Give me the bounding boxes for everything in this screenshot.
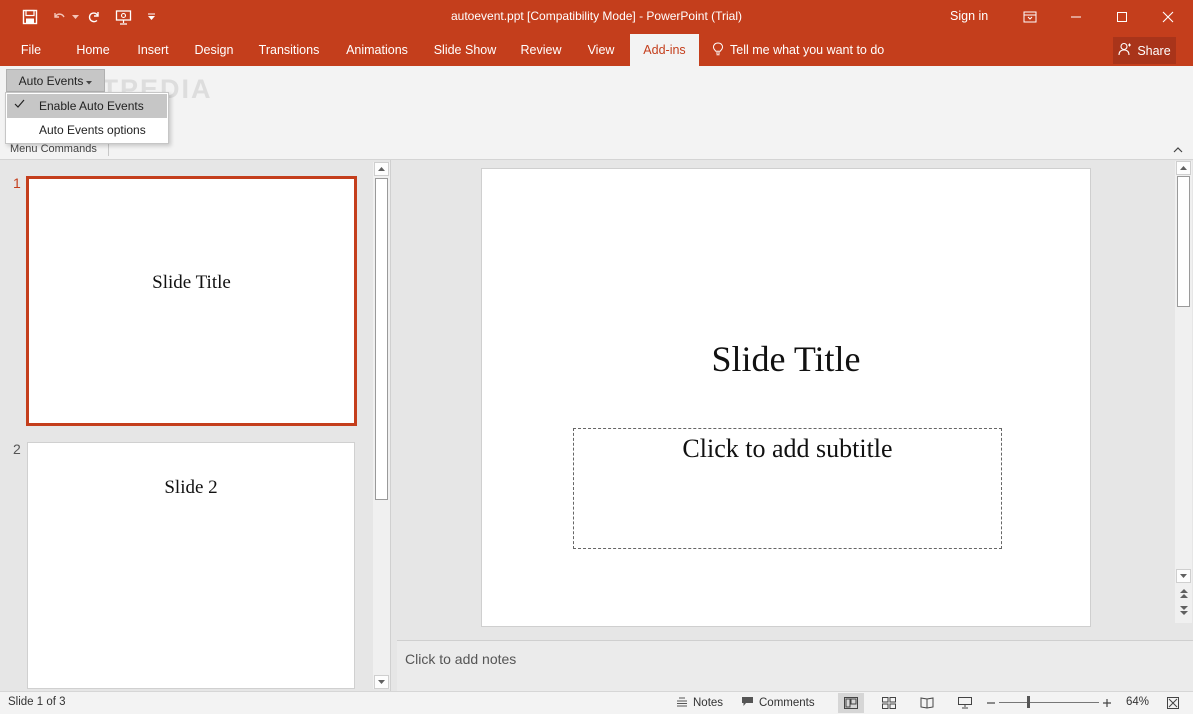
slide-show-view-icon[interactable] [952,693,978,713]
thumbnail-title: Slide 2 [164,477,218,498]
chevron-down-icon [86,74,93,88]
zoom-slider[interactable] [999,702,1099,703]
title-bar: autoevent.ppt [Compatibility Mode] - Pow… [0,0,1193,34]
undo-icon[interactable] [48,0,70,34]
maximize-icon[interactable] [1099,0,1145,34]
zoom-in-icon[interactable] [1103,692,1111,714]
scroll-down-icon[interactable] [1176,569,1191,583]
auto-events-dropdown: Enable Auto Events Auto Events options [5,92,169,144]
tab-review[interactable]: Review [512,34,570,66]
tab-animations[interactable]: Animations [336,34,418,66]
share-label: Share [1137,43,1171,58]
tab-design[interactable]: Design [186,34,242,66]
thumbnail-title: Slide Title [152,272,231,293]
slide-thumbnail-pane: 1 Slide Title 2 Slide 2 [0,160,391,691]
comments-button[interactable]: Comments [741,692,815,714]
scroll-up-icon[interactable] [1176,161,1191,175]
zoom-out-icon[interactable] [987,692,995,714]
slide-counter: Slide 1 of 3 [8,696,66,708]
tab-transitions[interactable]: Transitions [250,34,328,66]
next-slide-icon[interactable] [1176,603,1191,617]
notes-placeholder: Click to add notes [405,651,517,667]
scroll-thumb[interactable] [1177,176,1190,307]
thumbnail-scrollbar[interactable] [373,162,390,689]
normal-view-icon[interactable] [838,693,864,713]
scroll-up-icon[interactable] [374,162,389,176]
menu-item-label: Enable Auto Events [39,99,144,113]
slide-scrollbar[interactable] [1175,161,1192,623]
notes-button[interactable]: Notes [676,692,723,714]
tell-me-search[interactable]: Tell me what you want to do [712,34,884,66]
save-icon[interactable] [18,0,42,34]
collapse-ribbon-icon[interactable] [1171,143,1185,157]
reading-view-icon[interactable] [914,693,940,713]
auto-events-menu-button[interactable]: Auto Events [6,69,105,92]
subtitle-placeholder-text: Click to add subtitle [682,434,893,463]
tab-home[interactable]: Home [66,34,120,66]
minimize-icon[interactable] [1053,0,1099,34]
ribbon-panel: SOFTPEDIA Auto Events Menu Commands [0,66,1193,160]
subtitle-placeholder[interactable]: Click to add subtitle [573,428,1002,549]
comments-button-label: Comments [759,697,815,709]
lightbulb-icon [712,41,724,59]
previous-slide-icon[interactable] [1176,587,1191,601]
customize-qat-icon[interactable] [143,0,159,34]
slide-number: 1 [13,175,21,191]
slide-number: 2 [13,441,21,457]
sign-in-link[interactable]: Sign in [950,9,988,23]
slide-thumbnail-2[interactable]: Slide 2 [27,442,355,689]
tab-insert[interactable]: Insert [128,34,178,66]
zoom-level[interactable]: 64% [1126,696,1149,708]
tab-view[interactable]: View [578,34,624,66]
ribbon-tabs: File Home Insert Design Transitions Anim… [0,34,1193,66]
slide-title[interactable]: Slide Title [482,338,1090,380]
tell-me-label: Tell me what you want to do [730,43,885,57]
slide-editor-canvas[interactable]: Slide Title Click to add subtitle [481,168,1091,627]
notes-icon [676,697,688,710]
start-from-beginning-icon[interactable] [112,0,136,34]
scroll-down-icon[interactable] [374,675,389,689]
close-icon[interactable] [1145,0,1191,34]
menu-item-label: Auto Events options [39,123,146,137]
ribbon-group-label: Menu Commands [10,143,97,155]
ribbon-display-options-icon[interactable] [1007,0,1053,34]
slide-sorter-view-icon[interactable] [876,693,902,713]
tab-slide-show[interactable]: Slide Show [426,34,504,66]
checkmark-icon [14,98,25,112]
redo-icon[interactable] [83,0,105,34]
menu-item-enable-auto-events[interactable]: Enable Auto Events [7,94,167,118]
zoom-slider-handle[interactable] [1027,696,1030,708]
menu-item-auto-events-options[interactable]: Auto Events options [7,118,167,142]
fit-to-window-icon[interactable] [1160,693,1186,713]
scroll-thumb[interactable] [375,178,388,500]
undo-dropdown-icon[interactable] [70,0,80,34]
workspace: 1 Slide Title 2 Slide 2 Slide Title Clic… [0,160,1193,691]
auto-events-label: Auto Events [18,73,84,88]
comment-icon [741,696,754,710]
slide-thumbnail-1[interactable]: Slide Title [26,176,357,426]
tab-file[interactable]: File [12,34,50,66]
share-button[interactable]: Share [1113,37,1176,64]
tab-add-ins[interactable]: Add-ins [630,34,699,66]
notes-button-label: Notes [693,697,724,709]
notes-pane[interactable]: Click to add notes [397,640,1193,691]
status-bar: Slide 1 of 3 Notes Comments 64% [0,691,1193,714]
group-separator [108,144,109,156]
person-icon [1118,42,1132,59]
